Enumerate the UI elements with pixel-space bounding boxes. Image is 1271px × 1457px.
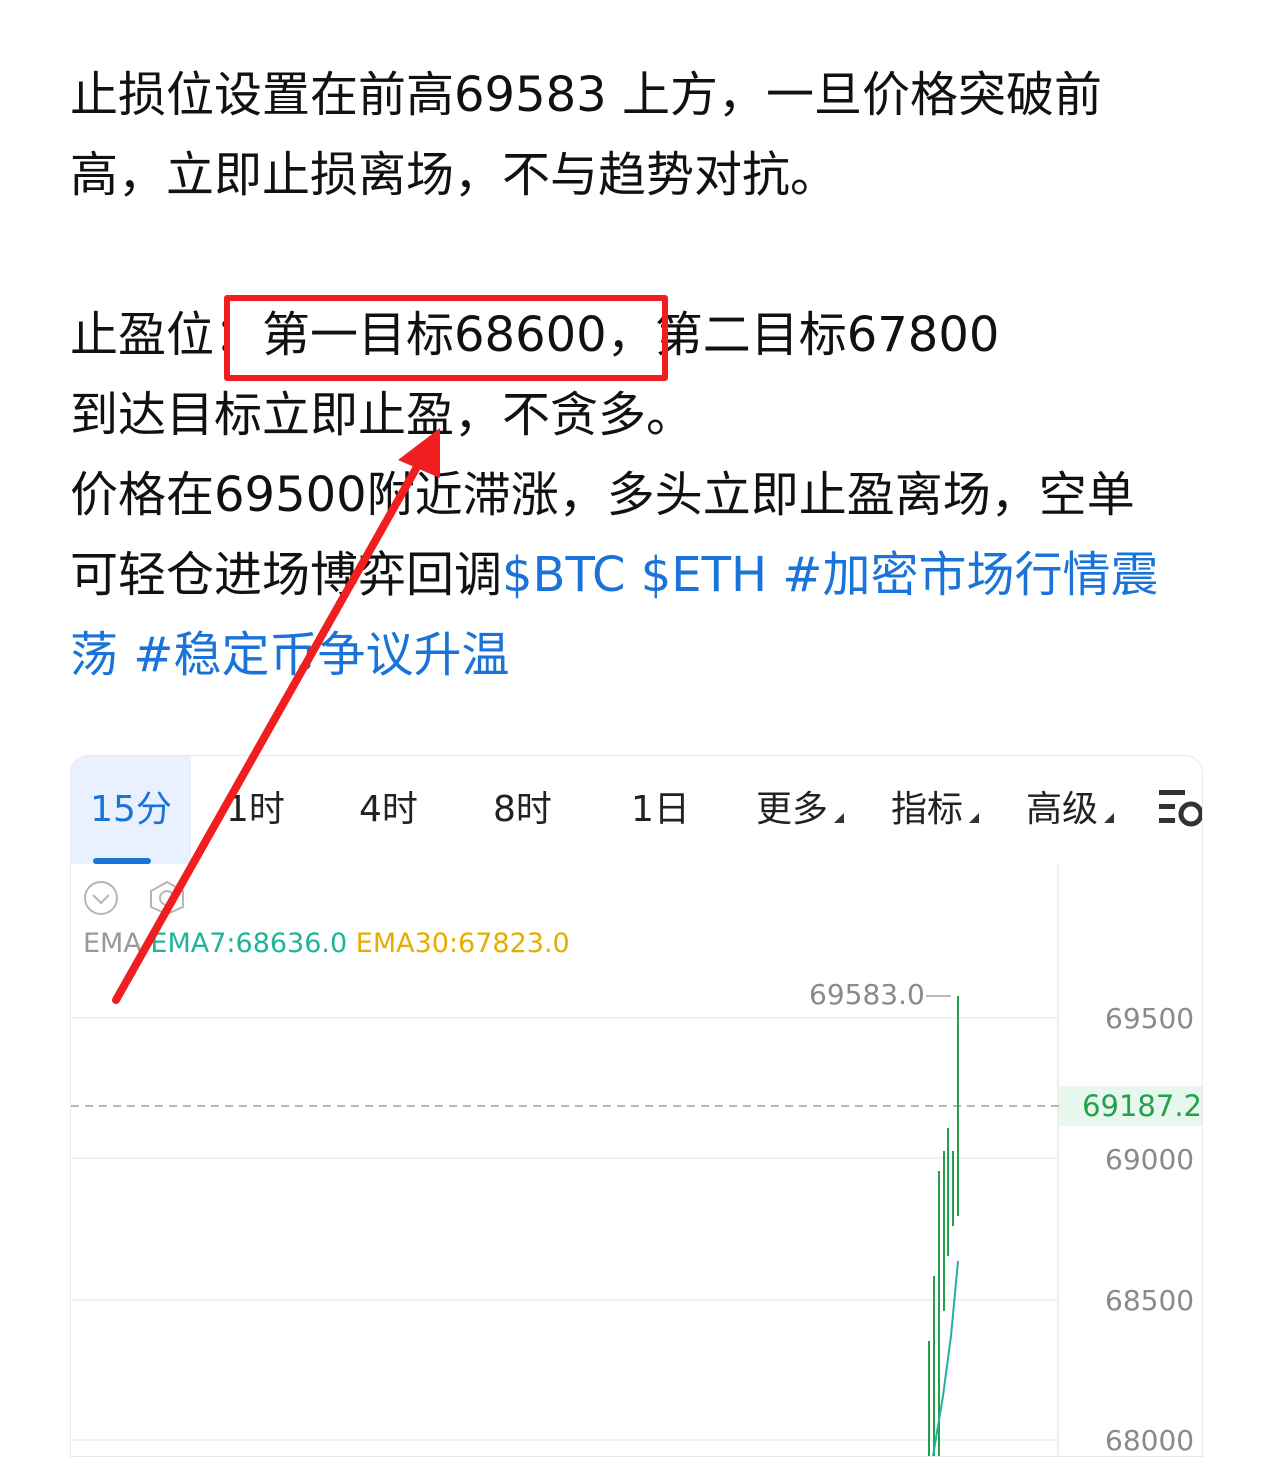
annotation-arrow — [112, 428, 440, 1004]
arrow-shaft — [112, 454, 426, 1004]
